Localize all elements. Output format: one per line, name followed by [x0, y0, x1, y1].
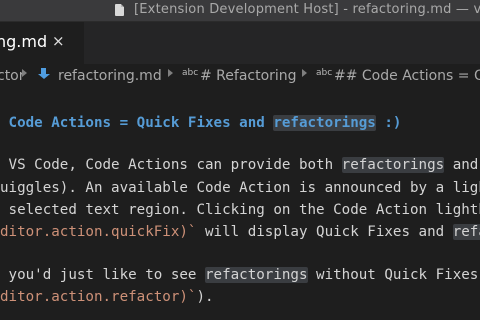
word-highlight: refactorings [341, 157, 445, 173]
editor-line: selected text region. Clicking on the Co… [0, 200, 480, 220]
line-text: VS Code, Code Actions can provide both [0, 157, 342, 173]
line-text: selected text region. Clicking on the Co… [0, 202, 480, 218]
editor-line: ditor.action.refactor)`). [0, 287, 214, 307]
inline-code: ditor.action.refactor)` [0, 289, 197, 305]
tab-label: ng.md [0, 32, 48, 51]
chevron-right-icon [168, 69, 173, 77]
line-text: uiggles). An available Code Action is an… [0, 180, 480, 196]
word-highlight: refactorings [273, 115, 376, 131]
breadcrumb-folder[interactable]: ctor [0, 68, 25, 84]
line-text: will display Quick Fixes and [196, 224, 453, 240]
breadcrumb: ctor refactoring.md abc # Refactoring ab… [0, 64, 480, 88]
word-highlight: refactorings [205, 267, 308, 283]
markdown-file-icon [38, 68, 50, 79]
tab-bar: ng.md × [0, 22, 480, 64]
symbol-string-icon: abc [316, 68, 333, 78]
line-text: and [444, 157, 479, 173]
document-icon [115, 4, 124, 16]
editor-line: uiggles). An available Code Action is an… [0, 178, 480, 198]
window-title: [Extension Development Host] - refactori… [134, 2, 480, 17]
word-highlight: refa [452, 224, 480, 240]
line-text: without Quick Fixes [307, 267, 479, 283]
tab-refactoring-md[interactable]: ng.md × [0, 22, 84, 64]
window-title-bar: [Extension Development Host] - refactori… [0, 0, 480, 22]
editor-text-area[interactable]: Code Actions = Quick Fixes and refactori… [0, 88, 480, 320]
inline-code: ditor.action.quickFix)` [0, 224, 197, 240]
breadcrumb-section-code-actions[interactable]: ## Code Actions = Q [334, 68, 480, 84]
editor-line-heading: Code Actions = Quick Fixes and refactori… [0, 113, 401, 133]
chevron-right-icon [22, 69, 27, 77]
breadcrumb-section-refactoring[interactable]: # Refactoring [200, 68, 297, 84]
editor-line: VS Code, Code Actions can provide both r… [0, 155, 478, 175]
line-text: ). [196, 289, 214, 305]
chevron-right-icon [302, 69, 307, 77]
editor-line: ditor.action.quickFix)` will display Qui… [0, 222, 480, 242]
heading-text: Code Actions = Quick Fixes and [0, 115, 274, 131]
heading-text: :) [375, 115, 402, 131]
editor-line: you'd just like to see refactorings with… [0, 265, 478, 285]
line-text: you'd just like to see [0, 267, 205, 283]
symbol-string-icon: abc [182, 68, 199, 78]
close-icon[interactable]: × [52, 32, 65, 50]
breadcrumb-file[interactable]: refactoring.md [58, 68, 162, 84]
